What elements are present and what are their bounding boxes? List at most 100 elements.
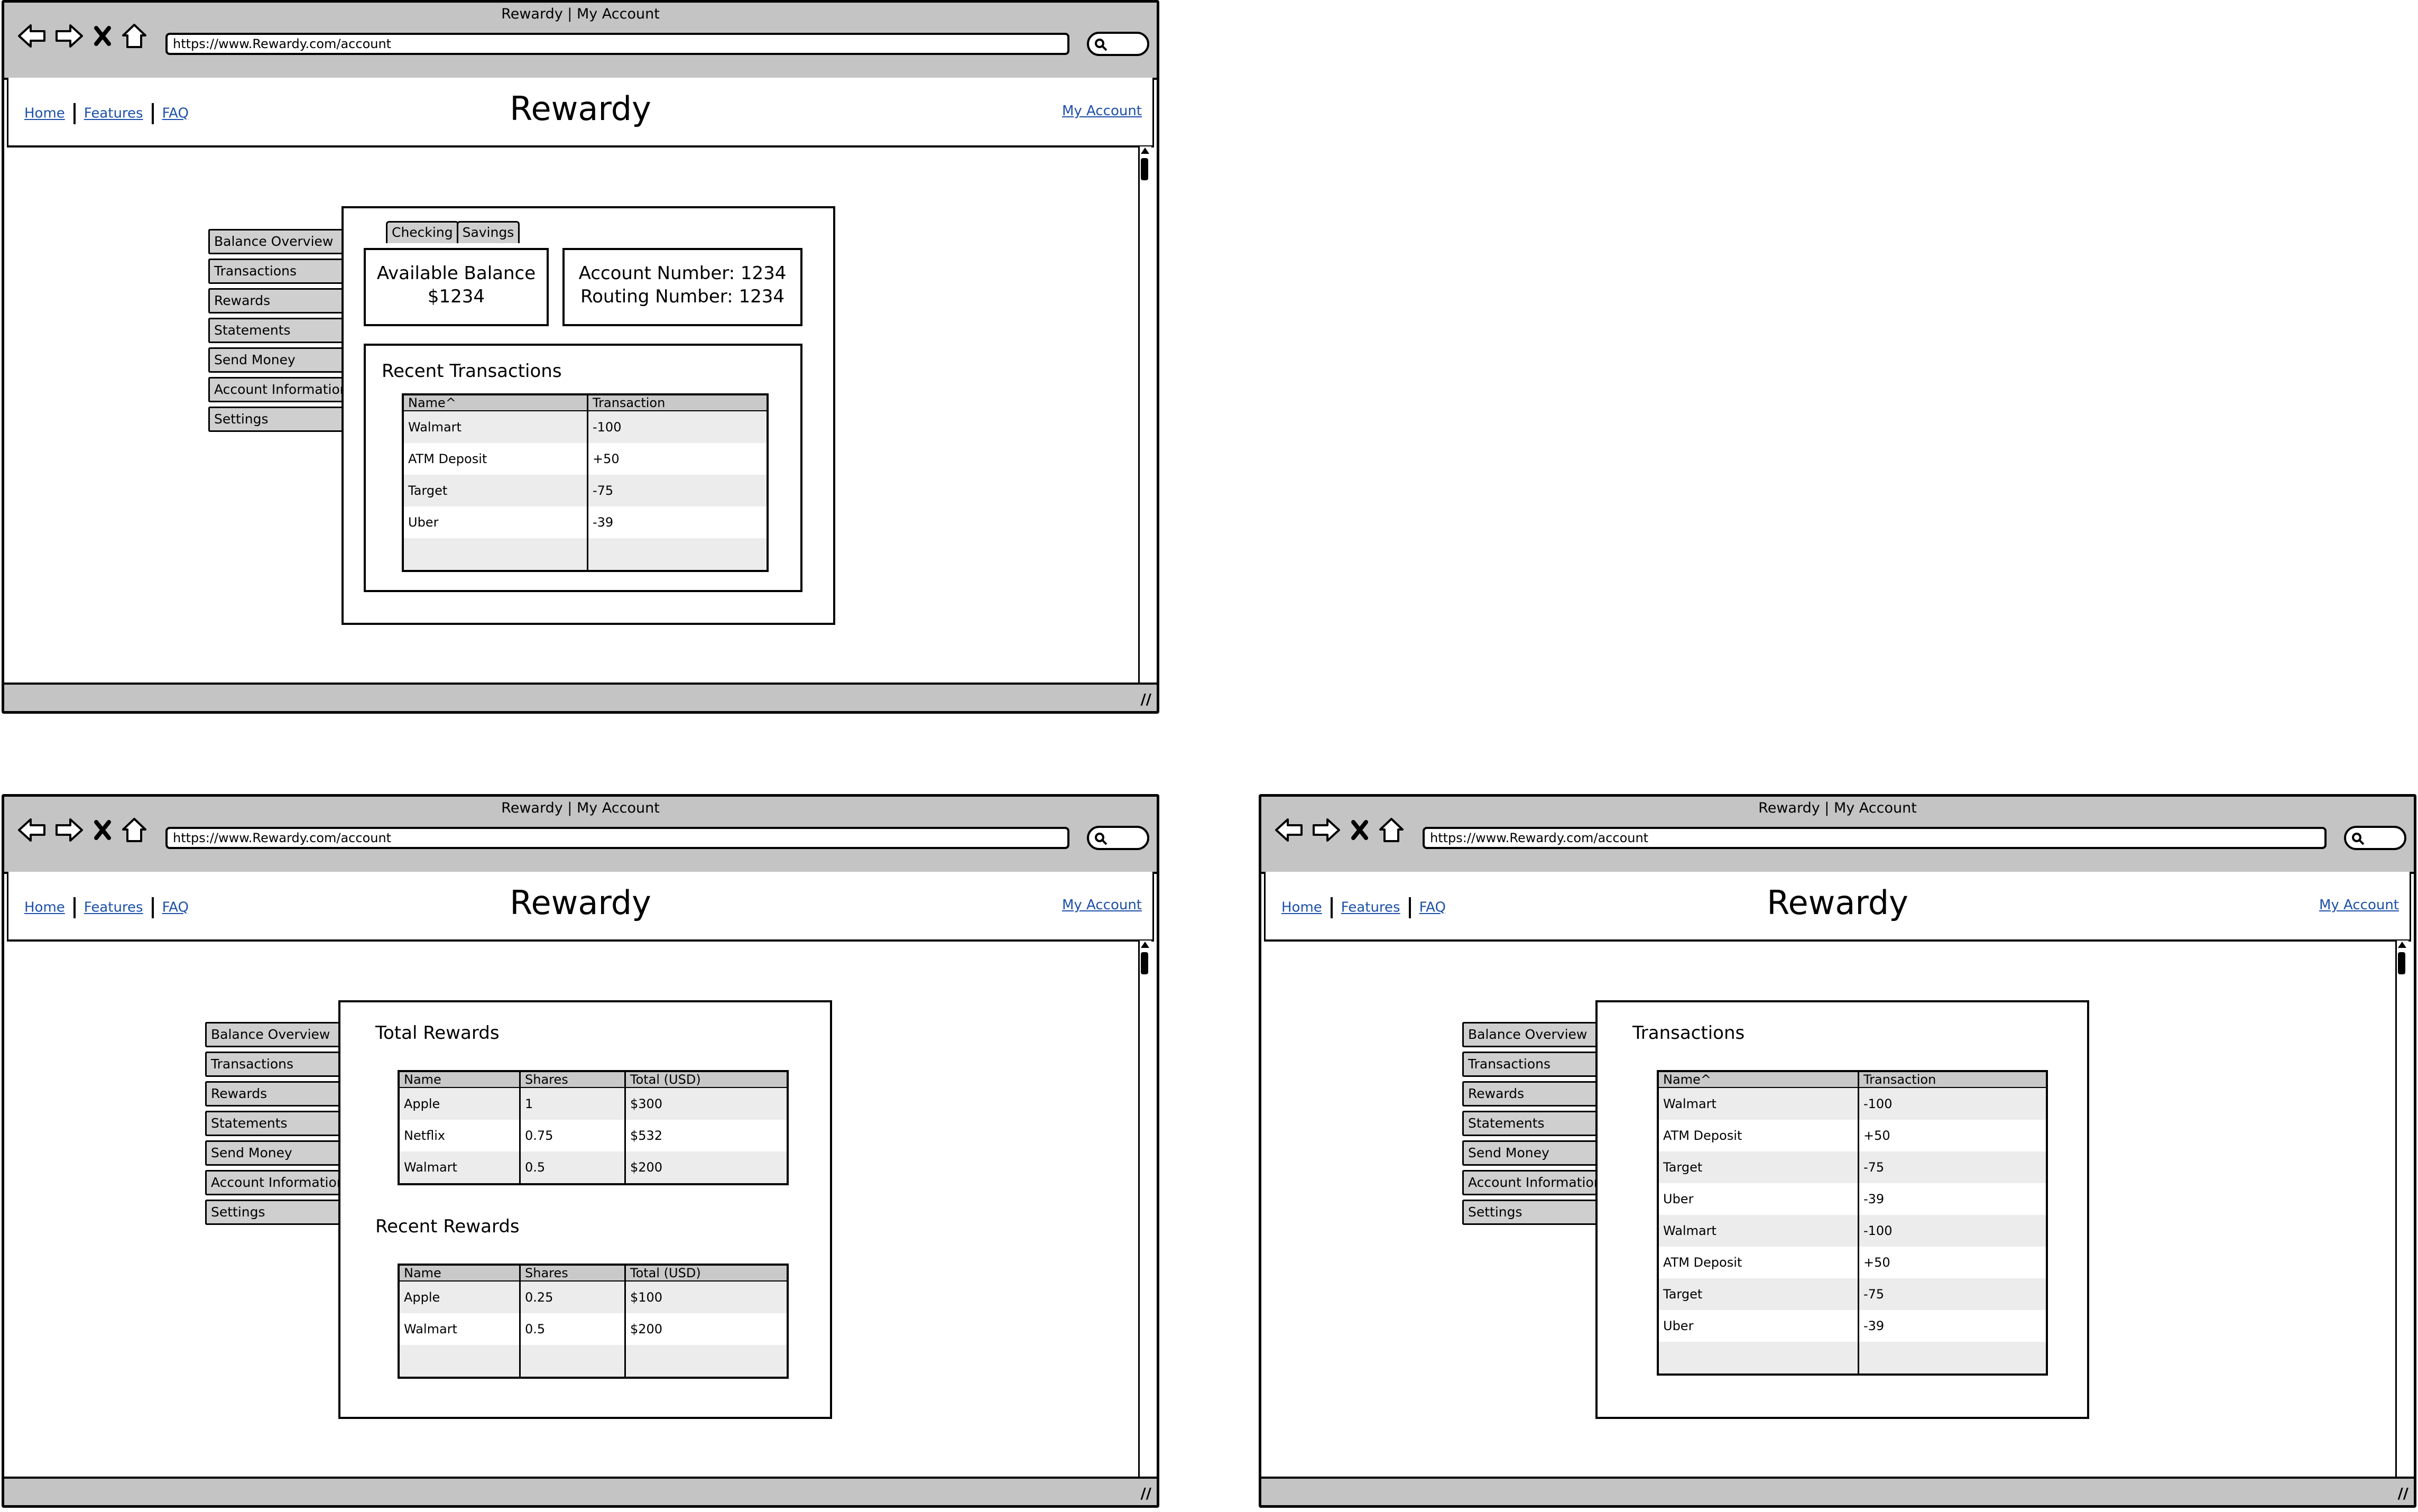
resize-grip-icon[interactable]: // [1141,1485,1151,1502]
sidebar-item-settings[interactable]: Settings [1462,1200,1597,1225]
column-header-name[interactable]: Name^ [403,394,588,411]
scroll-up-arrow-icon[interactable] [1141,147,1149,154]
cell-name: Walmart [399,1151,521,1184]
sidebar-item-statements[interactable]: Statements [1462,1111,1597,1136]
scroll-thumb[interactable] [2398,952,2405,974]
sidebar-item-send-money[interactable]: Send Money [208,347,343,373]
my-account-link[interactable]: My Account [2319,897,2399,913]
sidebar-item-balance-overview[interactable]: Balance Overview [205,1022,340,1047]
tab-savings[interactable]: Savings [456,221,520,243]
home-icon[interactable] [121,23,147,49]
scroll-up-arrow-icon[interactable] [2398,942,2406,948]
table-row[interactable] [1658,1342,2047,1375]
column-header-transaction[interactable]: Transaction [1858,1071,2047,1088]
table-row[interactable] [399,1345,788,1378]
available-balance-card: Available Balance $1234 [364,248,549,326]
browser-statusbar: // [4,683,1157,711]
column-header-shares[interactable]: Shares [520,1265,626,1281]
table-row[interactable]: ATM Deposit +50 [403,443,768,475]
sidebar-item-transactions[interactable]: Transactions [208,259,343,284]
table-row[interactable]: Target -75 [1658,1151,2047,1183]
my-account-link[interactable]: My Account [1062,103,1142,119]
cell-shares: 0.5 [520,1151,626,1184]
table-row[interactable]: Uber -39 [403,506,768,538]
column-header-total-usd[interactable]: Total (USD) [625,1071,788,1088]
stop-x-icon[interactable] [92,817,113,843]
scroll-thumb[interactable] [1141,158,1148,180]
table-row[interactable]: Walmart -100 [1658,1087,2047,1120]
sidebar-item-balance-overview[interactable]: Balance Overview [1462,1022,1597,1047]
table-row[interactable]: Netflix 0.75 $532 [399,1120,788,1151]
cell-name: ATM Deposit [1658,1120,1859,1151]
sidebar-item-balance-overview[interactable]: Balance Overview [208,229,343,254]
browser-search-field[interactable] [1087,32,1149,56]
browser-search-field[interactable] [2344,826,2406,850]
sidebar-item-rewards[interactable]: Rewards [208,288,343,314]
table-row[interactable]: Walmart 0.5 $200 [399,1313,788,1345]
column-header-name[interactable]: Name [399,1071,521,1088]
resize-grip-icon[interactable]: // [2398,1485,2408,1502]
sidebar-item-statements[interactable]: Statements [208,318,343,343]
table-row[interactable]: Walmart -100 [403,411,768,443]
sidebar-item-send-money[interactable]: Send Money [205,1140,340,1166]
resize-grip-icon[interactable]: // [1141,690,1151,708]
table-row[interactable]: ATM Deposit +50 [1658,1247,2047,1278]
cell-name: Uber [1658,1183,1859,1215]
vertical-scrollbar[interactable] [2395,941,2408,1486]
column-header-transaction[interactable]: Transaction [587,394,768,411]
home-icon[interactable] [121,817,147,843]
column-header-shares[interactable]: Shares [520,1071,626,1088]
sidebar-item-send-money[interactable]: Send Money [1462,1140,1597,1166]
home-icon[interactable] [1378,817,1405,843]
search-icon [2352,833,2365,845]
tab-checking[interactable]: Checking [386,221,459,243]
cell-amount: -39 [593,515,614,530]
stop-x-icon[interactable] [92,23,113,49]
url-input[interactable]: https://www.Rewardy.com/account [1423,827,2327,849]
table-row[interactable]: Apple 0.25 $100 [399,1281,788,1313]
sidebar-item-account-information[interactable]: Account Information [205,1170,340,1195]
my-account-link[interactable]: My Account [1062,897,1142,913]
sidebar-item-rewards[interactable]: Rewards [1462,1081,1597,1107]
column-header-total-usd[interactable]: Total (USD) [625,1265,788,1281]
forward-arrow-icon[interactable] [54,817,84,843]
balance-label: Available Balance [376,263,536,284]
table-row[interactable]: Walmart 0.5 $200 [399,1151,788,1184]
url-input[interactable]: https://www.Rewardy.com/account [165,827,1069,849]
cell-shares: 1 [520,1087,626,1120]
table-row[interactable]: Apple 1 $300 [399,1087,788,1120]
url-input[interactable]: https://www.Rewardy.com/account [165,33,1069,55]
vertical-scrollbar[interactable] [1138,941,1151,1486]
sidebar-item-rewards[interactable]: Rewards [205,1081,340,1107]
forward-arrow-icon[interactable] [54,23,84,49]
column-header-name[interactable]: Name^ [1658,1071,1859,1088]
table-row[interactable]: Target -75 [403,475,768,506]
back-arrow-icon[interactable] [17,23,47,49]
site-brand: Rewardy [510,883,651,922]
back-arrow-icon[interactable] [17,817,47,843]
column-header-name[interactable]: Name [399,1265,521,1281]
site-brand: Rewardy [510,89,651,128]
cell-name: Walmart [403,411,588,443]
scroll-up-arrow-icon[interactable] [1141,942,1149,948]
sidebar-item-statements[interactable]: Statements [205,1111,340,1136]
table-row[interactable]: Target -75 [1658,1278,2047,1310]
table-row[interactable]: Walmart -100 [1658,1215,2047,1247]
scroll-thumb[interactable] [1141,952,1148,974]
sidebar-item-account-information[interactable]: Account Information [208,377,343,402]
sidebar-item-transactions[interactable]: Transactions [1462,1052,1597,1077]
stop-x-icon[interactable] [1349,817,1370,843]
table-row[interactable]: Uber -39 [1658,1183,2047,1215]
table-row[interactable] [403,538,768,571]
sidebar-item-settings[interactable]: Settings [205,1200,340,1225]
sidebar-item-transactions[interactable]: Transactions [205,1052,340,1077]
sidebar-item-account-information[interactable]: Account Information [1462,1170,1597,1195]
table-row[interactable]: Uber -39 [1658,1310,2047,1342]
vertical-scrollbar[interactable] [1138,146,1151,692]
back-arrow-icon[interactable] [1274,817,1304,843]
sidebar-item-settings[interactable]: Settings [208,407,343,432]
account-sidebar: Balance Overview Transactions Rewards St… [205,1022,340,1229]
browser-search-field[interactable] [1087,826,1149,850]
forward-arrow-icon[interactable] [1312,817,1341,843]
table-row[interactable]: ATM Deposit +50 [1658,1120,2047,1151]
